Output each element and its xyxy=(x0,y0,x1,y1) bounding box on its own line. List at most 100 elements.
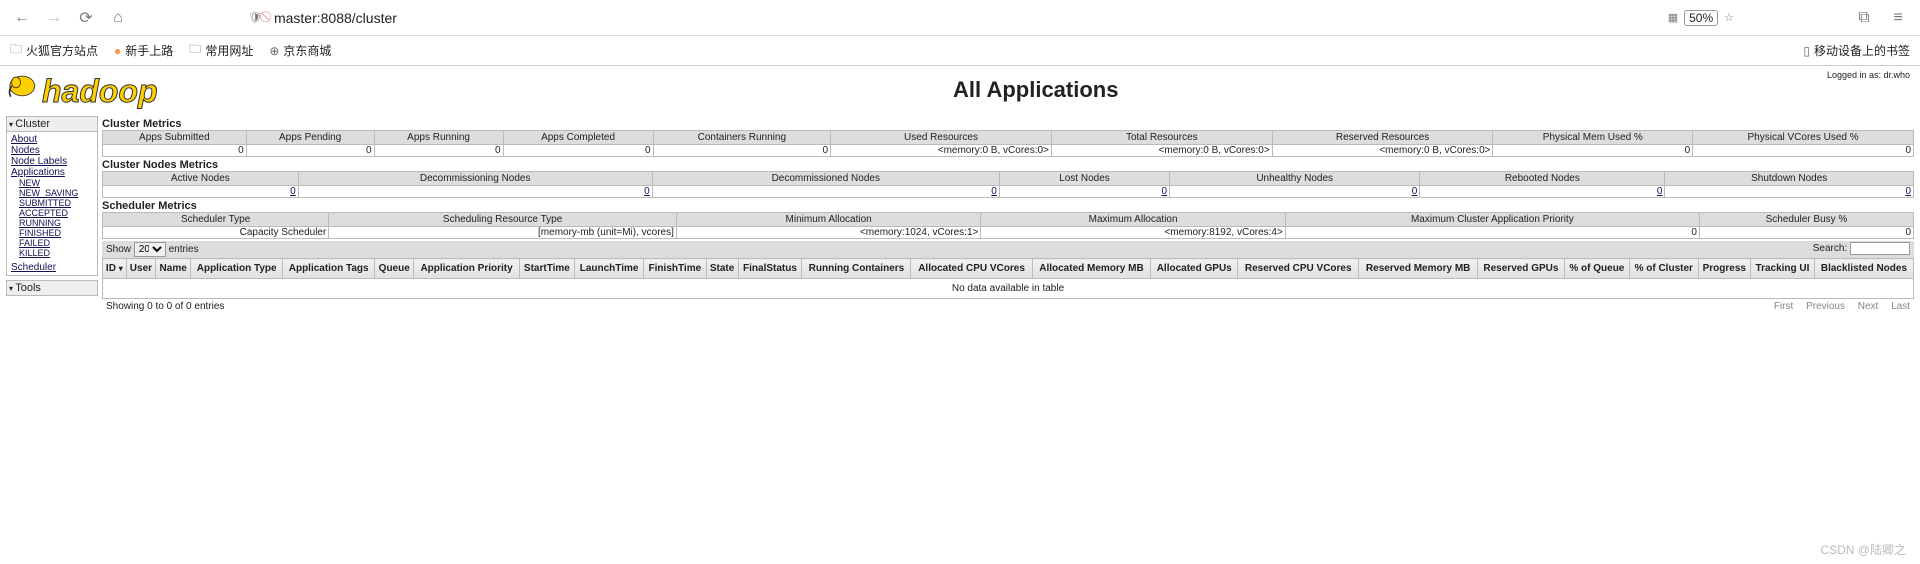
col-name[interactable]: Name xyxy=(156,259,191,279)
col-allocated-cpu-vcores[interactable]: Allocated CPU VCores xyxy=(911,259,1032,279)
value-0: 0 xyxy=(1665,186,1914,198)
value-0: 0 xyxy=(298,186,652,198)
pager-previous[interactable]: Previous xyxy=(1806,301,1845,312)
folder-icon: 🗀 xyxy=(189,40,201,61)
bookmark-firefox[interactable]: 🗀火狐官方站点 xyxy=(10,40,98,61)
sidebar-app-state-killed[interactable]: KILLED xyxy=(19,248,93,258)
header-rebooted-nodes: Rebooted Nodes xyxy=(1420,172,1665,186)
col-progress[interactable]: Progress xyxy=(1698,259,1750,279)
value--memory-mb-unit-mi-vcores-: [memory-mb (unit=Mi), vcores] xyxy=(329,227,677,239)
col-application-priority[interactable]: Application Priority xyxy=(414,259,519,279)
browser-toolbar: ← → ⟳ ⌂ 🛡 ⃠ master:8088/cluster ▦ 50% ☆ … xyxy=(0,0,1920,36)
col-application-type[interactable]: Application Type xyxy=(191,259,283,279)
header-minimum-allocation: Minimum Allocation xyxy=(676,213,980,227)
home-button[interactable]: ⌂ xyxy=(106,6,130,30)
sidebar-cluster-header[interactable]: Cluster xyxy=(6,116,98,132)
sidebar-app-state-new[interactable]: NEW xyxy=(19,178,93,188)
nodes-metrics-table: Active NodesDecommissioning NodesDecommi… xyxy=(102,171,1914,198)
menu-icon[interactable]: ≡ xyxy=(1886,6,1910,30)
back-button[interactable]: ← xyxy=(10,6,34,30)
bookmark-mobile[interactable]: ▯移动设备上的书签 xyxy=(1803,42,1910,59)
header-used-resources: Used Resources xyxy=(831,131,1052,145)
table-footer: Showing 0 to 0 of 0 entries First Previo… xyxy=(102,299,1914,314)
sidebar: Cluster About Nodes Node Labels Applicat… xyxy=(6,116,98,314)
bookmark-star-icon[interactable]: ☆ xyxy=(1724,11,1734,24)
value-0: 0 xyxy=(653,145,831,157)
bookmarks-bar: 🗀火狐官方站点 ●新手上路 🗀常用网址 ⊕京东商城 ▯移动设备上的书签 xyxy=(0,36,1920,66)
nodes-metrics-title: Cluster Nodes Metrics xyxy=(102,159,1914,171)
col-starttime[interactable]: StartTime xyxy=(519,259,574,279)
value-0: 0 xyxy=(999,186,1169,198)
sidebar-app-state-finished[interactable]: FINISHED xyxy=(19,228,93,238)
col-user[interactable]: User xyxy=(126,259,156,279)
globe-icon: ⊕ xyxy=(269,44,279,58)
col-allocated-gpus[interactable]: Allocated GPUs xyxy=(1151,259,1238,279)
value-capacity-scheduler: Capacity Scheduler xyxy=(103,227,329,239)
pager-next[interactable]: Next xyxy=(1858,301,1879,312)
applications-table: ID ▾UserNameApplication TypeApplication … xyxy=(102,258,1914,299)
col--of-queue[interactable]: % of Queue xyxy=(1564,259,1629,279)
sidebar-app-state-running[interactable]: RUNNING xyxy=(19,218,93,228)
col-state[interactable]: State xyxy=(706,259,738,279)
sidebar-about[interactable]: About xyxy=(11,134,93,145)
col-id[interactable]: ID ▾ xyxy=(103,259,127,279)
watermark: CSDN @陆卿之 xyxy=(1820,541,1906,558)
value-0: 0 xyxy=(1699,227,1913,239)
header-apps-running: Apps Running xyxy=(374,131,503,145)
forward-button[interactable]: → xyxy=(42,6,66,30)
sidebar-app-state-failed[interactable]: FAILED xyxy=(19,238,93,248)
sidebar-scheduler[interactable]: Scheduler xyxy=(11,262,93,273)
header-apps-pending: Apps Pending xyxy=(246,131,374,145)
col-blacklisted-nodes[interactable]: Blacklisted Nodes xyxy=(1814,259,1913,279)
col-tracking-ui[interactable]: Tracking UI xyxy=(1751,259,1815,279)
sidebar-app-state-accepted[interactable]: ACCEPTED xyxy=(19,208,93,218)
sidebar-app-state-new_saving[interactable]: NEW_SAVING xyxy=(19,188,93,198)
search-input[interactable] xyxy=(1850,242,1910,255)
col-launchtime[interactable]: LaunchTime xyxy=(575,259,644,279)
col-reserved-memory-mb[interactable]: Reserved Memory MB xyxy=(1359,259,1478,279)
header-unhealthy-nodes: Unhealthy Nodes xyxy=(1170,172,1420,186)
qr-icon[interactable]: ▦ xyxy=(1668,11,1678,24)
value-0: 0 xyxy=(103,186,299,198)
extensions-icon[interactable]: ⧉ xyxy=(1852,6,1876,30)
main-panel: Cluster Metrics Apps SubmittedApps Pendi… xyxy=(102,116,1914,314)
value-0: 0 xyxy=(1420,186,1665,198)
url-text: master:8088/cluster xyxy=(274,10,397,26)
sidebar-app-state-submitted[interactable]: SUBMITTED xyxy=(19,198,93,208)
pager-last[interactable]: Last xyxy=(1891,301,1910,312)
scheduler-metrics-table: Scheduler TypeScheduling Resource TypeMi… xyxy=(102,212,1914,239)
bookmark-common[interactable]: 🗀常用网址 xyxy=(189,40,253,61)
reload-button[interactable]: ⟳ xyxy=(74,6,98,30)
zoom-badge[interactable]: 50% xyxy=(1684,10,1718,26)
col-reserved-cpu-vcores[interactable]: Reserved CPU VCores xyxy=(1238,259,1359,279)
url-bar[interactable]: 🛡 ⃠ master:8088/cluster ▦ 50% ☆ xyxy=(238,4,1744,32)
value-0: 0 xyxy=(1493,145,1693,157)
sidebar-tools-header[interactable]: Tools xyxy=(6,280,98,296)
hadoop-logo: hadoop xyxy=(6,70,158,110)
header-shutdown-nodes: Shutdown Nodes xyxy=(1665,172,1914,186)
header-scheduler-busy-: Scheduler Busy % xyxy=(1699,213,1913,227)
header-physical-mem-used-: Physical Mem Used % xyxy=(1493,131,1693,145)
show-entries-select[interactable]: 20 xyxy=(134,242,166,257)
value--memory-0-b-vcores-0-: <memory:0 B, vCores:0> xyxy=(1051,145,1272,157)
sidebar-nodes[interactable]: Nodes xyxy=(11,145,93,156)
pager-first[interactable]: First xyxy=(1774,301,1793,312)
bookmark-jd[interactable]: ⊕京东商城 xyxy=(269,42,331,59)
bookmark-getstarted[interactable]: ●新手上路 xyxy=(114,42,173,59)
cluster-metrics-title: Cluster Metrics xyxy=(102,118,1914,130)
col-finishtime[interactable]: FinishTime xyxy=(644,259,706,279)
col-application-tags[interactable]: Application Tags xyxy=(283,259,375,279)
mobile-icon: ▯ xyxy=(1803,44,1810,58)
col-running-containers[interactable]: Running Containers xyxy=(802,259,911,279)
sidebar-applications[interactable]: Applications xyxy=(11,167,93,178)
col-reserved-gpus[interactable]: Reserved GPUs xyxy=(1478,259,1565,279)
value--memory-0-b-vcores-0-: <memory:0 B, vCores:0> xyxy=(1272,145,1493,157)
col-queue[interactable]: Queue xyxy=(375,259,414,279)
col-allocated-memory-mb[interactable]: Allocated Memory MB xyxy=(1032,259,1151,279)
login-status: Logged in as: dr.who xyxy=(1827,70,1910,80)
col-finalstatus[interactable]: FinalStatus xyxy=(738,259,802,279)
sidebar-node-labels[interactable]: Node Labels xyxy=(11,156,93,167)
col--of-cluster[interactable]: % of Cluster xyxy=(1629,259,1698,279)
header-total-resources: Total Resources xyxy=(1051,131,1272,145)
header-maximum-cluster-application-priority: Maximum Cluster Application Priority xyxy=(1285,213,1699,227)
